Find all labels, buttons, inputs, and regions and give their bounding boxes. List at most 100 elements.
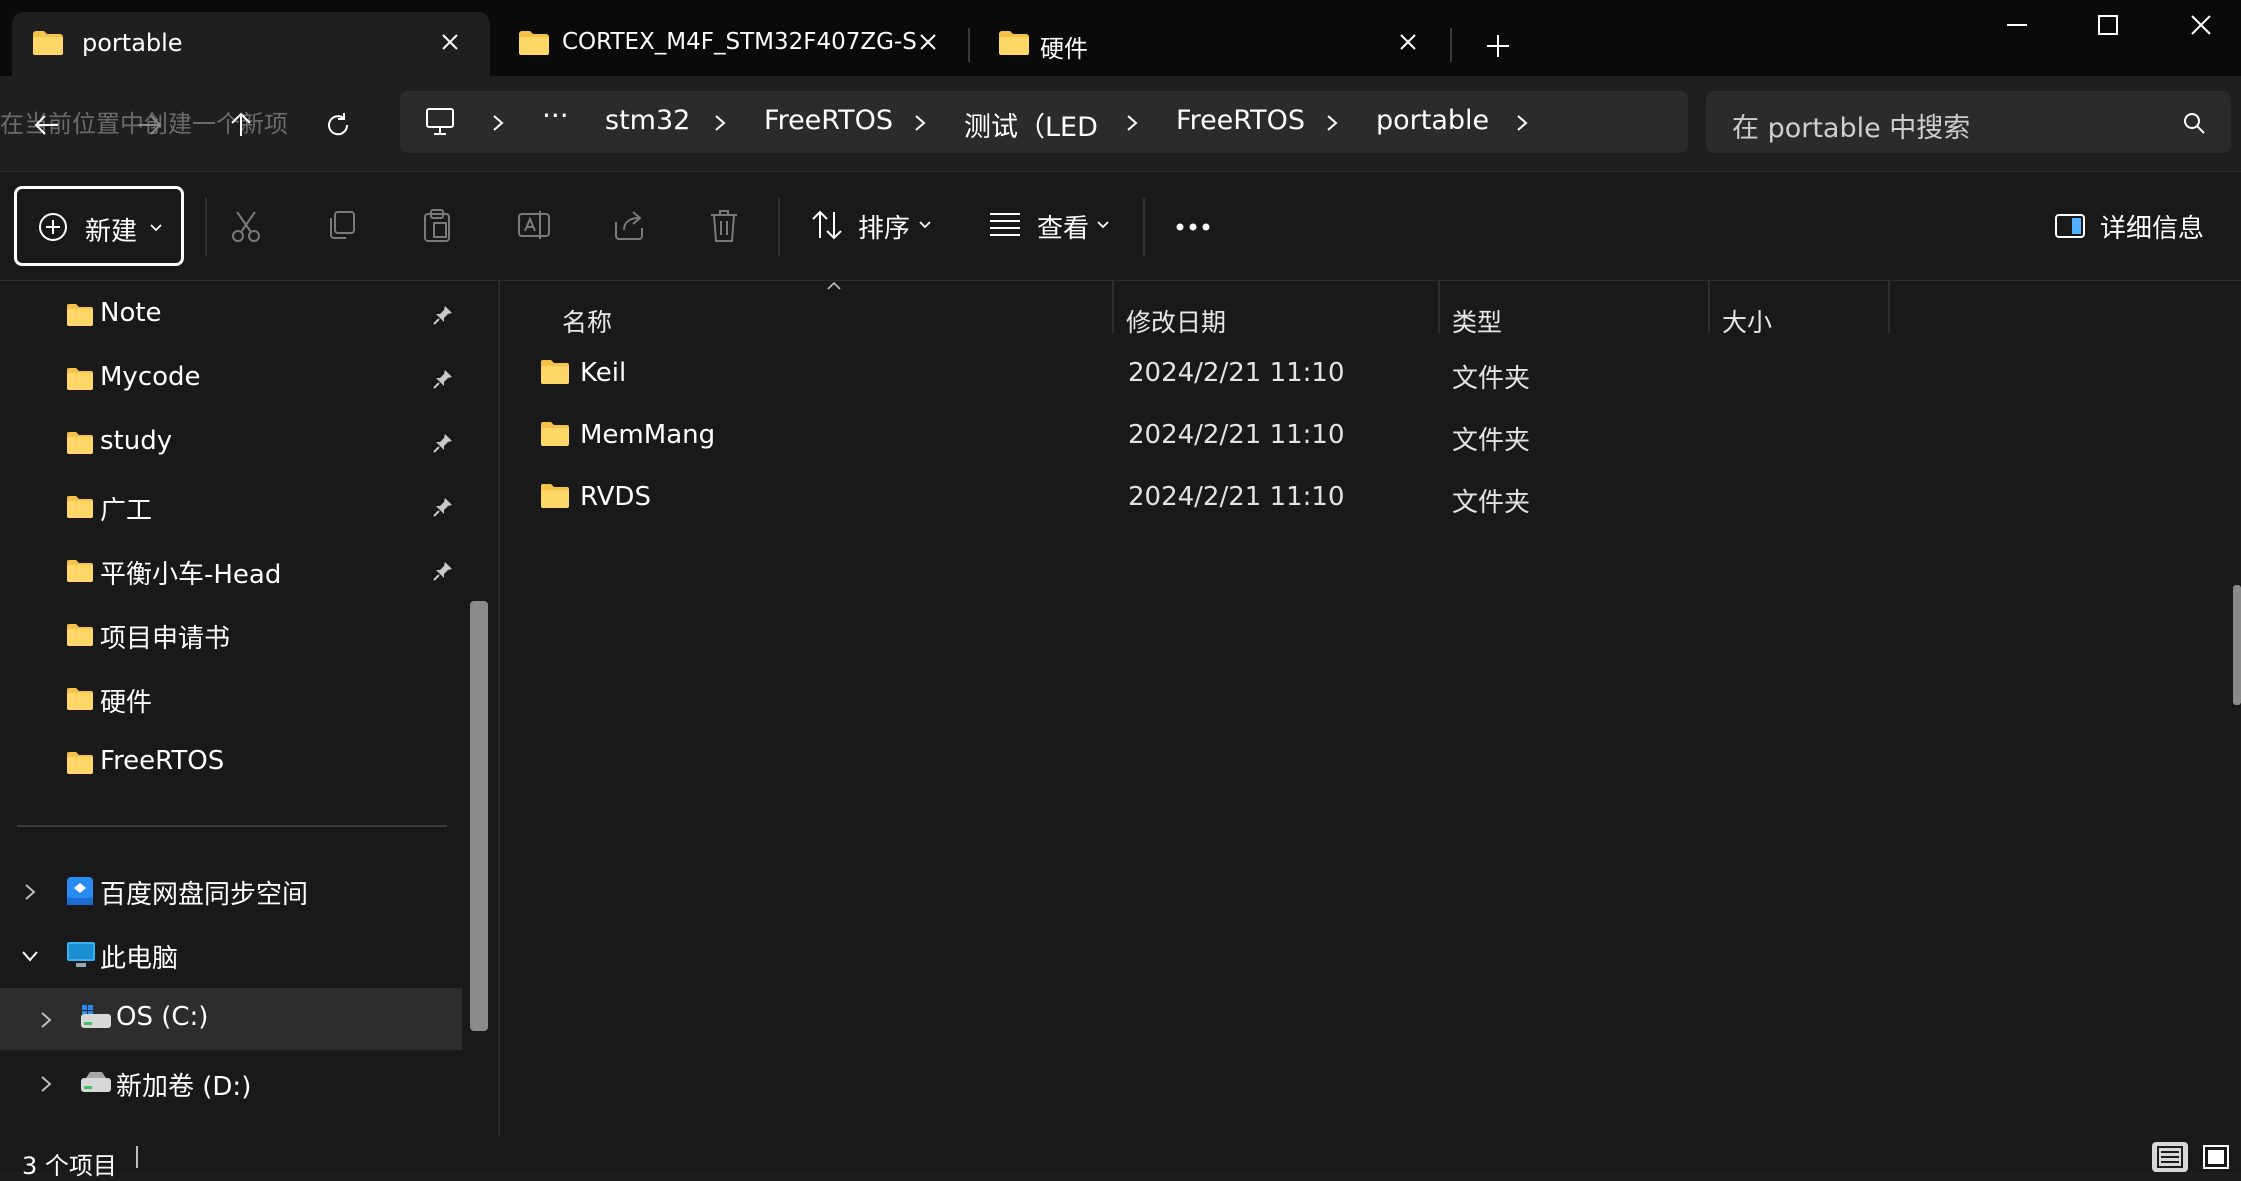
sidebar-item-label: Note	[100, 298, 162, 328]
title-bar: portable CORTEX_M4F_STM32F407ZG-S 硬件	[0, 0, 2241, 76]
sidebar-item-mycode[interactable]: Mycode	[0, 348, 460, 410]
overflow-ellipsis[interactable]: ···	[542, 99, 569, 132]
tab-hardware[interactable]: 硬件	[978, 12, 1456, 76]
paste-icon[interactable]	[420, 208, 454, 244]
computer-icon	[426, 108, 454, 135]
file-date: 2024/2/21 11:10	[1128, 358, 1345, 388]
sidebar-item-balance-car[interactable]: 平衡小车-Head	[0, 540, 460, 602]
sidebar-scrollbar[interactable]	[470, 601, 488, 1031]
chevron-right-icon[interactable]	[38, 1010, 54, 1030]
new-tab-plus-icon[interactable]	[1484, 32, 1512, 60]
maximize-button[interactable]	[2060, 0, 2156, 50]
arrow-right-icon	[138, 115, 162, 135]
close-icon	[2191, 15, 2211, 35]
back-button[interactable]	[22, 100, 72, 150]
column-header-date[interactable]: 修改日期	[1114, 291, 1438, 345]
large-icons-view-button[interactable]	[2198, 1142, 2234, 1172]
tab-portable[interactable]: portable	[12, 12, 490, 76]
copy-icon[interactable]	[324, 208, 358, 242]
view-button[interactable]: 查看	[986, 192, 1126, 262]
details-pane-button[interactable]: 详细信息	[2050, 192, 2230, 262]
close-icon[interactable]	[438, 30, 462, 54]
table-row[interactable]: Keil 2024/2/21 11:10 文件夹	[500, 343, 2241, 405]
sort-button[interactable]: 排序	[806, 192, 946, 262]
command-bar: 新建 排序 查看 详细信息	[0, 171, 2241, 281]
folder-icon	[67, 752, 93, 774]
refresh-button[interactable]	[313, 100, 363, 150]
file-type: 文件夹	[1452, 488, 1531, 518]
file-date: 2024/2/21 11:10	[1128, 482, 1345, 512]
chevron-right-icon[interactable]	[38, 1074, 54, 1094]
table-row[interactable]: MemMang 2024/2/21 11:10 文件夹	[500, 405, 2241, 467]
sidebar-item-label: study	[100, 426, 173, 456]
sidebar-item-label: 项目申请书	[100, 624, 231, 654]
table-row[interactable]: RVDS 2024/2/21 11:10 文件夹	[500, 467, 2241, 529]
cut-icon[interactable]	[229, 208, 263, 244]
chevron-down-icon	[150, 224, 162, 232]
column-separator[interactable]	[1888, 281, 1890, 333]
sidebar-item-label: 此电脑	[100, 944, 179, 974]
sidebar-item-note[interactable]: Note	[0, 284, 460, 346]
up-button[interactable]	[216, 100, 266, 150]
windows-drive-icon	[81, 1005, 111, 1028]
sidebar-item-project-application[interactable]: 项目申请书	[0, 604, 460, 666]
sidebar-item-baidu-sync[interactable]: 百度网盘同步空间	[0, 860, 460, 922]
toolbar-separator	[1143, 198, 1145, 256]
search-input[interactable]: 在 portable 中搜索	[1706, 91, 2231, 153]
delete-icon[interactable]	[708, 208, 740, 244]
close-icon[interactable]	[916, 30, 940, 54]
tab-cortex[interactable]: CORTEX_M4F_STM32F407ZG-S	[498, 12, 976, 76]
column-header-type[interactable]: 类型	[1440, 291, 1708, 345]
breadcrumb-item[interactable]: stm32	[605, 105, 690, 136]
file-list: 名称 修改日期 类型 大小 Keil 2024/2/21 11:10 文件夹 M…	[500, 281, 2241, 1136]
breadcrumb-item[interactable]: FreeRTOS	[1176, 105, 1305, 136]
toolbar-separator	[778, 198, 780, 256]
minimize-button[interactable]	[1969, 0, 2065, 50]
chevron-down-icon	[1097, 221, 1109, 229]
plus-circle-icon	[39, 213, 67, 241]
details-view-button[interactable]	[2152, 1142, 2188, 1172]
sidebar-item-study[interactable]: study	[0, 412, 460, 474]
more-options-icon[interactable]	[1175, 222, 1211, 232]
sidebar-item-label: 硬件	[100, 688, 153, 718]
folder-icon	[67, 496, 93, 518]
toolbar-separator	[205, 198, 207, 256]
forward-button[interactable]	[124, 100, 174, 150]
main-scrollbar[interactable]	[2233, 585, 2241, 705]
close-window-button[interactable]	[2153, 0, 2241, 50]
column-header-name[interactable]: 名称	[550, 291, 1112, 345]
column-header-label: 大小	[1722, 308, 1773, 337]
address-bar[interactable]: ··· stm32 FreeRTOS 测试（LED FreeRTOS porta…	[400, 91, 1688, 153]
navigation-bar: 在当前位置中创建一个新项目。 ··· stm32 FreeRTOS 测试（LED…	[0, 76, 2241, 171]
column-header-size[interactable]: 大小	[1710, 291, 1888, 345]
file-name: Keil	[580, 358, 627, 388]
sidebar-item-drive-c[interactable]: OS (C:)	[0, 988, 462, 1050]
search-placeholder: 在 portable 中搜索	[1732, 113, 1971, 144]
sidebar-item-guanggong[interactable]: 广工	[0, 476, 460, 538]
sidebar-item-freertos[interactable]: FreeRTOS	[0, 732, 460, 794]
pin-icon	[433, 434, 452, 453]
chevron-right-icon[interactable]	[22, 882, 38, 902]
folder-icon	[67, 560, 93, 582]
file-type: 文件夹	[1452, 364, 1531, 394]
share-icon[interactable]	[612, 208, 646, 242]
new-button[interactable]: 新建	[14, 186, 184, 266]
chevron-down-icon	[919, 221, 931, 229]
folder-icon	[67, 688, 93, 710]
chevron-right-icon[interactable]	[1514, 113, 1530, 133]
file-name: RVDS	[580, 482, 651, 512]
details-label: 详细信息	[2100, 214, 2205, 244]
breadcrumb-item[interactable]: 测试（LED	[964, 105, 1098, 144]
search-icon[interactable]	[2182, 111, 2206, 135]
sidebar-item-this-pc[interactable]: 此电脑	[0, 924, 460, 986]
rename-icon[interactable]	[516, 208, 552, 242]
details-pane-icon	[2055, 214, 2085, 238]
pin-icon	[433, 562, 452, 581]
chevron-right-icon	[715, 115, 726, 131]
close-icon[interactable]	[1396, 30, 1420, 54]
sidebar-item-hardware[interactable]: 硬件	[0, 668, 460, 730]
sidebar-item-drive-d[interactable]: 新加卷 (D:)	[0, 1052, 460, 1114]
chevron-down-icon[interactable]	[20, 948, 40, 964]
breadcrumb-item[interactable]: portable	[1376, 105, 1489, 136]
breadcrumb-item[interactable]: FreeRTOS	[764, 105, 893, 136]
